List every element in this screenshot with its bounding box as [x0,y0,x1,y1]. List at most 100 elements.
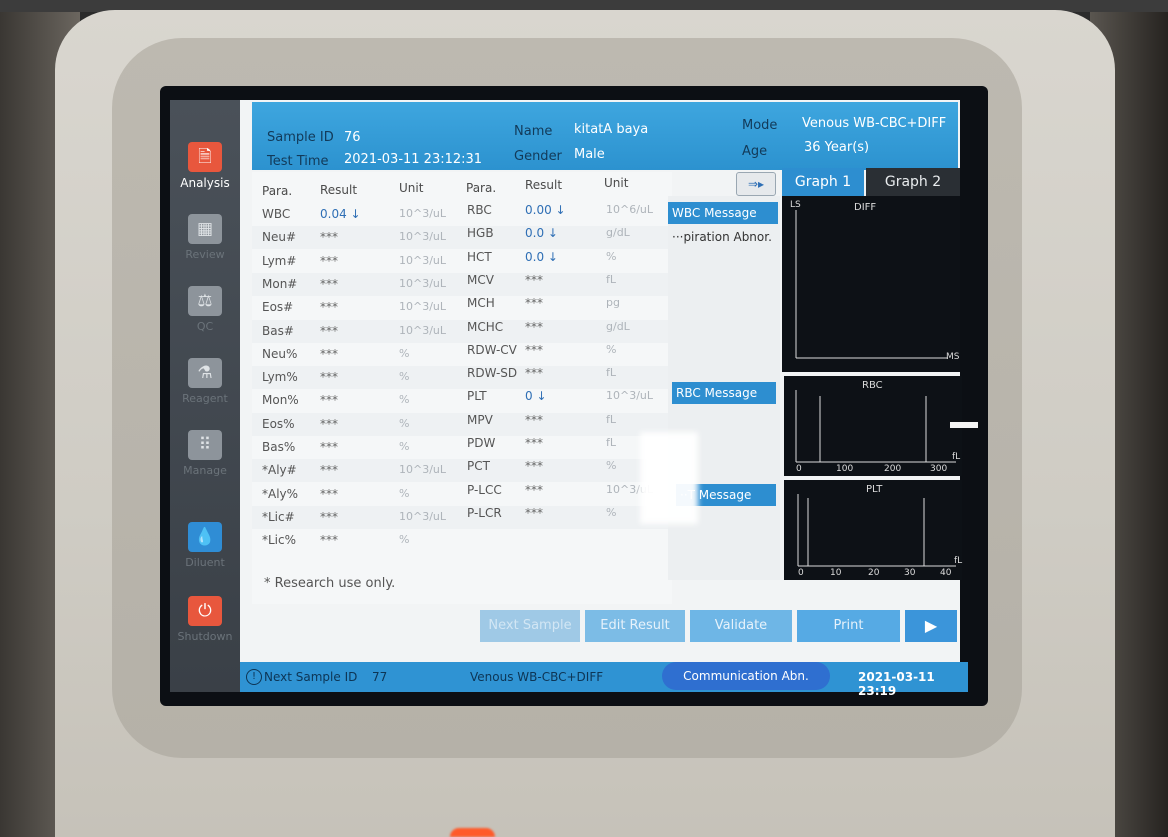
sidebar-item-qc[interactable]: ⚖ QC [170,286,240,333]
param-name: PLT [467,389,487,404]
col-header-result: Result [320,183,358,197]
col-header-para-2: Para. [466,181,497,195]
param-unit: 10^3/uL [399,207,447,220]
param-unit: % [399,370,410,384]
param-result: *** [525,272,543,287]
plt-tick: 20 [868,568,880,578]
param-name: Neu# [262,230,297,245]
param-name: Lym% [262,370,298,385]
footer-datetime: 2021-03-11 23:19 [858,670,935,698]
sidebar-item-analysis[interactable]: 🗎 Analysis [170,142,240,190]
param-result: *** [320,509,338,524]
param-result: *** [525,436,543,450]
param-unit: fL [606,272,617,286]
param-unit: % [399,346,410,360]
param-name: RDW-SD [467,366,518,381]
param-result: *** [525,412,543,427]
param-unit: 10^6/uL [606,203,654,216]
param-name: HGB [467,226,494,241]
tab-graph-1[interactable]: Graph 1 [782,168,864,196]
next-sample-button[interactable]: Next Sample [480,610,580,642]
param-name: RDW-CV [467,342,517,357]
param-name: PCT [467,459,490,474]
info-icon: ! [246,669,262,685]
name-value: kitatA baya [574,122,649,137]
next-sample-id-label: Next Sample ID [264,670,358,684]
diff-x-label: MS [946,352,960,362]
param-result: *** [320,323,338,338]
param-name: Lym# [262,253,297,268]
param-unit: % [399,440,410,453]
sample-id-label: Sample ID [267,130,334,145]
communication-status-badge[interactable]: Communication Abn. [662,662,830,690]
param-unit: % [606,249,617,263]
rbc-tick: 100 [836,464,854,474]
param-result: *** [525,482,543,497]
param-name: Eos% [262,416,295,431]
sidebar-item-label: Shutdown [177,630,233,643]
sidebar-item-label: Diluent [185,556,225,569]
diff-y-label: LS [790,200,801,210]
param-name: MCH [467,296,495,311]
param-unit: 10^3/uL [399,253,447,267]
param-result: *** [320,370,338,385]
rbc-axes [795,390,956,463]
age-value: 36 Year(s) [804,140,870,155]
sample-id-value: 76 [344,130,361,145]
param-name: Bas% [262,440,296,454]
gender-value: Male [574,147,605,162]
param-unit: 10^3/uL [399,300,447,314]
screen-glare-mark [950,422,978,428]
param-name: Bas# [262,323,294,338]
param-result: *** [320,253,338,268]
param-name: HCT [467,249,492,264]
collapse-button[interactable]: ⇒▸ [736,172,776,196]
tab-graph-2[interactable]: Graph 2 [866,168,960,196]
param-result: *** [320,533,338,548]
expand-arrow-icon: ⇒▸ [747,177,765,191]
param-name: MPV [467,412,493,427]
diluent-drop-icon: 💧 [188,522,222,552]
rbc-histogram: RBC fL 0 100 200 300 [784,376,962,476]
power-led [450,828,495,837]
status-bar: ! Next Sample ID 77 Venous WB-CBC+DIFF C… [240,662,968,698]
mode-value: Venous WB-CBC+DIFF [802,116,947,131]
more-button[interactable]: ▶ [905,610,957,642]
reagent-icon: ⚗ [188,358,222,388]
rbc-unit-label: fL [952,452,961,462]
param-result: *** [320,346,338,361]
sidebar-item-reagent[interactable]: ⚗ Reagent [170,358,240,405]
param-result: *** [320,486,338,501]
sidebar-item-shutdown[interactable]: ⏻ Shutdown [170,596,240,643]
sidebar-item-diluent[interactable]: 💧 Diluent [170,522,240,569]
col-header-para: Para. [262,184,293,198]
sidebar-item-review[interactable]: ▦ Review [170,214,240,261]
age-label: Age [742,144,768,159]
test-time-label: Test Time [267,154,329,169]
edit-result-button[interactable]: Edit Result [585,610,685,642]
sidebar-item-label: QC [196,320,214,333]
rbc-tick: 200 [884,464,902,474]
param-unit: g/dL [606,319,630,333]
col-header-unit-2: Unit [604,176,629,190]
param-unit: 10^3/uL [399,323,447,337]
print-button[interactable]: Print [797,610,900,642]
sidebar-item-manage[interactable]: ⠿ Manage [170,430,240,477]
col-header-result-2: Result [525,178,563,192]
plt-axes [797,494,956,567]
col-header-unit: Unit [399,181,424,195]
param-result: *** [320,300,338,315]
param-unit: % [399,486,410,500]
param-unit: 10^3/uL [399,509,447,523]
gender-label: Gender [514,149,562,164]
diff-title: DIFF [854,202,877,213]
sidebar-item-label: Reagent [182,392,228,405]
param-unit: % [606,459,617,473]
param-name: *Aly% [262,486,299,501]
param-name: *Lic# [262,509,295,524]
param-result: 0 ↓ [525,389,547,404]
param-unit: fL [606,366,617,380]
validate-button[interactable]: Validate [690,610,792,642]
name-label: Name [514,124,553,139]
next-sample-id-value: 77 [372,670,388,684]
